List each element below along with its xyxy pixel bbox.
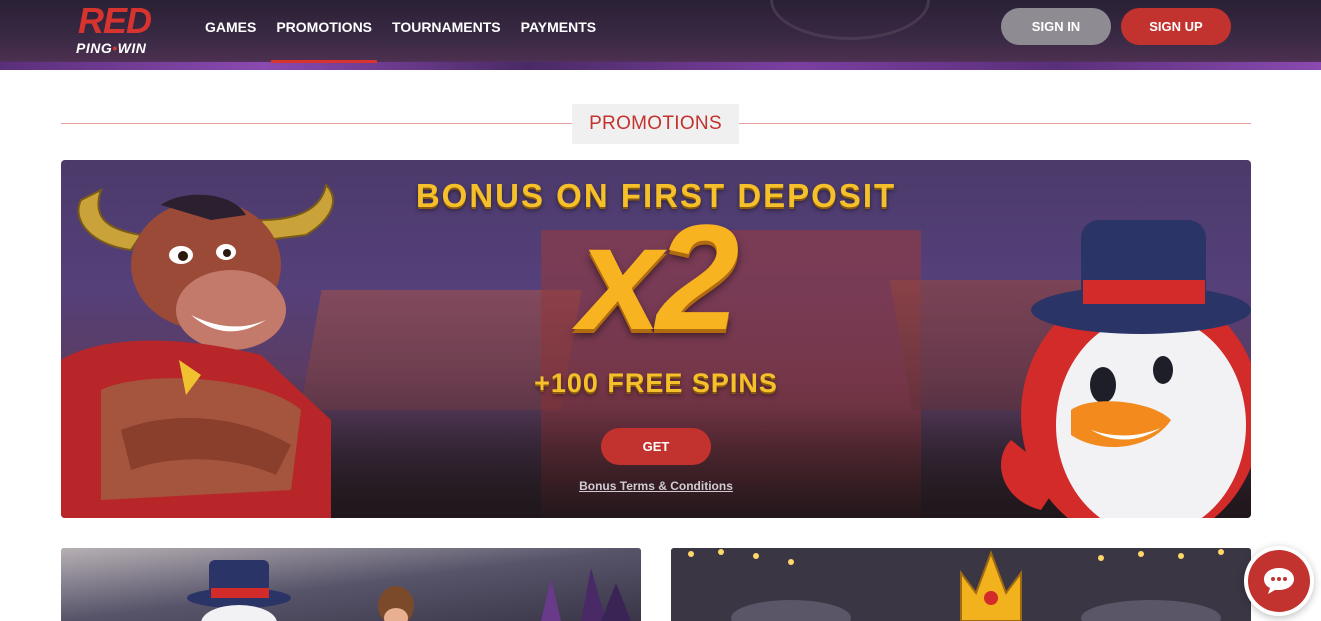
chat-button-inner (1248, 550, 1310, 612)
promo-card-1-image (61, 548, 641, 621)
promo-card-2[interactable] (671, 548, 1251, 621)
section-title: PROMOTIONS (572, 104, 739, 144)
hero-free-spins: +100 FREE SPINS (534, 368, 778, 398)
promo-card-1[interactable] (61, 548, 641, 621)
header-decoration (770, 0, 930, 40)
main-nav: GAMES PROMOTIONS TOURNAMENTS PAYMENTS (205, 18, 596, 63)
chat-bubble-icon (1264, 568, 1294, 594)
chat-button[interactable] (1244, 546, 1314, 616)
hero-multiplier: x2 (578, 193, 740, 361)
promo-card-2-image (671, 548, 1251, 621)
site-header: RED PING•WIN GAMES PROMOTIONS TOURNAMENT… (0, 0, 1321, 70)
nav-item-promotions[interactable]: PROMOTIONS (271, 18, 377, 63)
logo[interactable]: RED PING•WIN (75, 2, 175, 58)
header-strip (0, 62, 1321, 70)
sign-in-button[interactable]: SIGN IN (1001, 8, 1111, 45)
bonus-terms-link[interactable]: Bonus Terms & Conditions (556, 479, 756, 493)
nav-item-tournaments[interactable]: TOURNAMENTS (392, 18, 501, 36)
logo-sub-right: WIN (117, 40, 147, 56)
nav-item-games[interactable]: GAMES (205, 18, 256, 36)
get-bonus-button[interactable]: GET (601, 428, 711, 465)
logo-main-text: RED (78, 0, 152, 41)
sign-up-button[interactable]: SIGN UP (1121, 8, 1231, 45)
penguin-character-image (1001, 220, 1251, 518)
bull-character-image (61, 182, 335, 518)
nav-item-payments[interactable]: PAYMENTS (521, 18, 596, 36)
logo-sub-text: PING•WIN (76, 40, 146, 56)
promo-hero-banner: BONUS ON FIRST DEPOSIT x2 +100 FREE SPIN… (61, 160, 1251, 518)
logo-sub-left: PING (76, 40, 113, 56)
